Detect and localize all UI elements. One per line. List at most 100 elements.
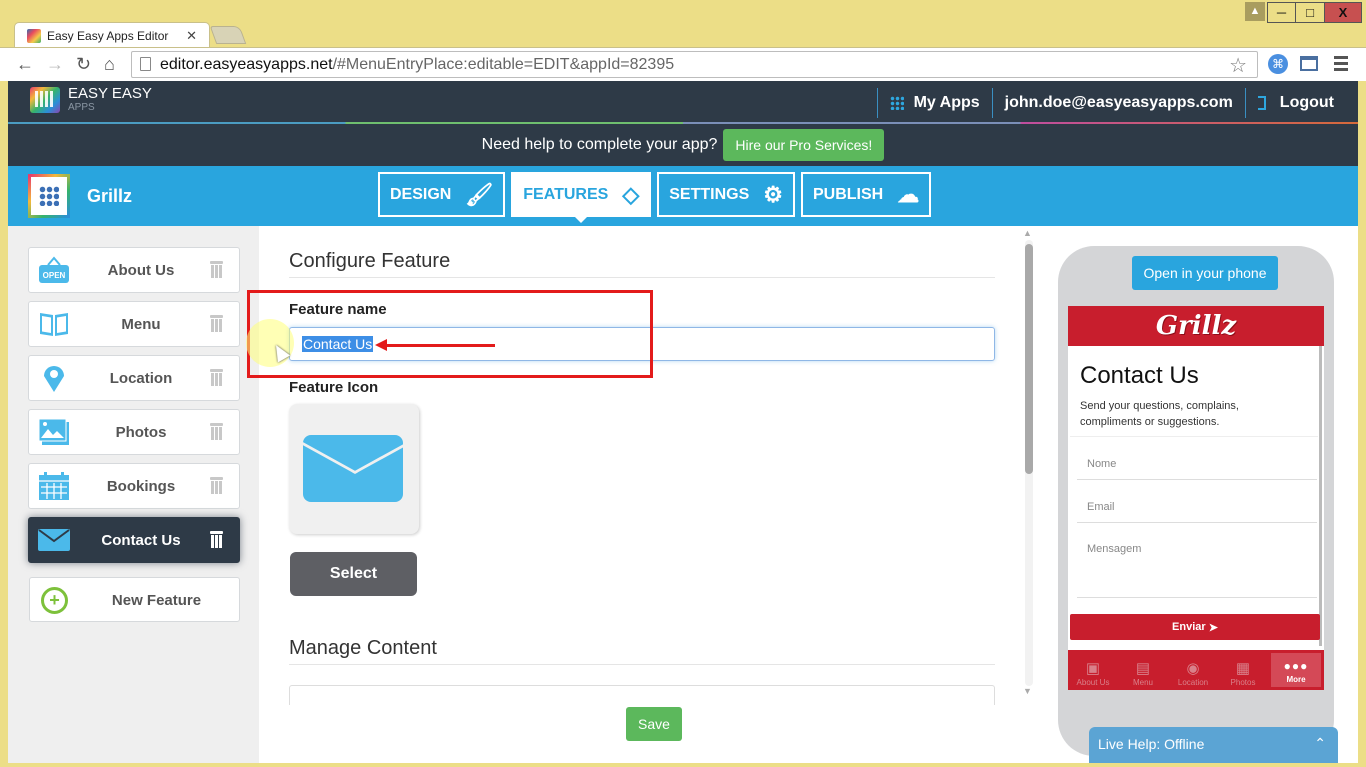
live-help-widget[interactable]: Live Help: Offline ⌃ bbox=[1089, 727, 1338, 763]
gear-icon: ⚙ bbox=[763, 181, 783, 207]
tab-label: Menu bbox=[1132, 678, 1153, 687]
delete-icon[interactable] bbox=[210, 369, 223, 386]
new-feature-button[interactable]: + New Feature bbox=[29, 577, 240, 622]
url-host: editor.easyeasyapps.net bbox=[160, 55, 333, 73]
address-bar[interactable]: editor.easyeasyapps.net/#MenuEntryPlace:… bbox=[131, 51, 1258, 78]
select-icon-button[interactable]: Select bbox=[290, 552, 417, 596]
tab-settings-label: SETTINGS bbox=[669, 185, 750, 203]
calendar-icon bbox=[39, 472, 69, 500]
sidebar-item-photos[interactable]: Photos bbox=[28, 409, 240, 455]
new-tab-button[interactable] bbox=[209, 26, 247, 44]
sidebar-item-about-us[interactable]: OPEN About Us bbox=[28, 247, 240, 293]
open-sign-icon: OPEN bbox=[39, 256, 69, 283]
app-icon bbox=[28, 174, 70, 218]
sidebar-item-menu[interactable]: Menu bbox=[28, 301, 240, 347]
logo[interactable]: EASY EASY APPS bbox=[30, 85, 152, 115]
minimize-button[interactable]: ─ bbox=[1267, 2, 1296, 23]
preview-tab-location[interactable]: ◉ Location bbox=[1168, 650, 1218, 690]
map-pin-icon: ◉ bbox=[1186, 660, 1200, 677]
divider bbox=[991, 87, 993, 118]
main-tabs: DESIGN 🖌 FEATURES ◇ SETTINGS ⚙ PUBLISH ☁ bbox=[378, 172, 937, 223]
preview-submit-button[interactable]: Enviar ➤ bbox=[1070, 614, 1320, 640]
tab-publish[interactable]: PUBLISH ☁ bbox=[801, 172, 932, 217]
chevron-up-icon[interactable]: ⌃ bbox=[1314, 735, 1326, 752]
tab-title: Easy Easy Apps Editor bbox=[47, 28, 169, 43]
feature-icon-preview bbox=[289, 404, 419, 534]
my-apps-link[interactable]: My Apps bbox=[914, 94, 980, 112]
forward-icon[interactable]: → bbox=[46, 54, 64, 75]
map-pin-icon bbox=[44, 366, 64, 392]
cast-icon[interactable] bbox=[1300, 56, 1318, 71]
sidebar-item-bookings[interactable]: Bookings bbox=[28, 463, 240, 509]
cloud-upload-icon: ☁ bbox=[897, 181, 920, 207]
extension-icon[interactable]: ⌘ bbox=[1268, 54, 1288, 74]
live-help-status: Live Help: Offline bbox=[1098, 736, 1205, 752]
back-icon[interactable]: ← bbox=[16, 54, 34, 75]
save-button[interactable]: Save bbox=[626, 707, 682, 741]
tab-features-label: FEATURES bbox=[523, 185, 609, 203]
scrollbar-thumb[interactable] bbox=[1025, 244, 1033, 474]
sidebar-item-location[interactable]: Location bbox=[28, 355, 240, 401]
window-controls: ─ □ X bbox=[1267, 2, 1362, 23]
preview-tab-more[interactable]: ●●● More bbox=[1271, 653, 1321, 687]
tab-label: More bbox=[1286, 675, 1306, 684]
tab-label: About Us bbox=[1076, 678, 1110, 687]
preview-tab-menu[interactable]: ▤ Menu bbox=[1118, 650, 1168, 690]
submit-label: Enviar bbox=[1172, 621, 1206, 633]
divider bbox=[289, 277, 995, 278]
sidebar-item-contact-us[interactable]: Contact Us bbox=[28, 517, 240, 563]
scroll-down-arrow[interactable]: ▼ bbox=[1023, 686, 1032, 696]
close-window-button[interactable]: X bbox=[1325, 2, 1362, 23]
preview-tab-about-us[interactable]: ▣ About Us bbox=[1068, 650, 1118, 690]
sidebar-item-label: Bookings bbox=[106, 477, 176, 495]
feature-icon-label: Feature Icon bbox=[289, 379, 379, 396]
sidebar-item-label: Photos bbox=[115, 423, 167, 441]
more-dots-icon: ●●● bbox=[1283, 659, 1309, 673]
delete-icon[interactable] bbox=[210, 261, 223, 278]
app-header: EASY EASY APPS My Apps john.doe@easyeasy… bbox=[8, 81, 1358, 124]
configure-feature-panel: Configure Feature Feature name Contact U… bbox=[246, 226, 1048, 763]
browser-toolbar: ← → ↻ ⌂ editor.easyeasyapps.net/#MenuEnt… bbox=[0, 47, 1366, 81]
favicon-icon bbox=[27, 28, 41, 43]
hire-pro-services-button[interactable]: Hire our Pro Services! bbox=[723, 129, 885, 161]
logo-title: EASY EASY bbox=[68, 85, 152, 102]
preview-name-field[interactable]: Nome bbox=[1077, 458, 1317, 480]
browser-menu-icon[interactable] bbox=[1334, 56, 1348, 74]
url-path: /#MenuEntryPlace:editable=EDIT&appId=823… bbox=[332, 55, 675, 73]
scroll-up-arrow[interactable]: ▲ bbox=[1023, 228, 1032, 238]
sidebar-item-label: About Us bbox=[107, 261, 175, 279]
home-icon[interactable]: ⌂ bbox=[104, 54, 115, 75]
tab-design[interactable]: DESIGN 🖌 bbox=[378, 172, 506, 217]
tags-icon: ◇ bbox=[622, 181, 640, 207]
delete-icon[interactable] bbox=[210, 315, 223, 332]
preview-email-field[interactable]: Email bbox=[1077, 501, 1317, 523]
bookmark-star-icon[interactable]: ☆ bbox=[1229, 53, 1247, 78]
app-nav-bar: Grillz DESIGN 🖌 FEATURES ◇ SETTINGS ⚙ PU… bbox=[8, 166, 1358, 226]
browser-tab[interactable]: Easy Easy Apps Editor ✕ bbox=[14, 22, 210, 48]
preview-message-field[interactable]: Mensagem bbox=[1077, 543, 1317, 598]
logout-link[interactable]: Logout bbox=[1280, 94, 1334, 112]
apps-grid-icon bbox=[889, 95, 904, 110]
preview-tab-photos[interactable]: ▦ Photos bbox=[1218, 650, 1268, 690]
user-email-link[interactable]: john.doe@easyeasyapps.com bbox=[1005, 94, 1233, 112]
user-profile-icon[interactable]: ▲ bbox=[1245, 2, 1265, 21]
divider bbox=[1244, 87, 1246, 118]
tab-settings[interactable]: SETTINGS ⚙ bbox=[657, 172, 795, 217]
header-nav: My Apps john.doe@easyeasyapps.com Logout bbox=[865, 81, 1334, 124]
cursor-highlight bbox=[246, 319, 294, 367]
delete-icon[interactable] bbox=[210, 477, 223, 494]
preview-scrollbar[interactable] bbox=[1319, 346, 1322, 646]
annotation-arrow bbox=[375, 339, 495, 351]
maximize-button[interactable]: □ bbox=[1296, 2, 1325, 23]
close-tab-icon[interactable]: ✕ bbox=[186, 28, 197, 44]
content-box bbox=[289, 685, 995, 705]
open-in-phone-button[interactable]: Open in your phone bbox=[1132, 256, 1278, 290]
preview-brand: Grillz bbox=[1068, 306, 1324, 346]
delete-icon[interactable] bbox=[210, 531, 223, 548]
book-icon: ▤ bbox=[1135, 660, 1151, 677]
delete-icon[interactable] bbox=[210, 423, 223, 440]
divider bbox=[876, 87, 878, 118]
features-sidebar: OPEN About Us Menu Location Photos Booki… bbox=[8, 226, 259, 763]
tab-features[interactable]: FEATURES ◇ bbox=[511, 172, 652, 223]
reload-icon[interactable]: ↻ bbox=[76, 54, 91, 75]
